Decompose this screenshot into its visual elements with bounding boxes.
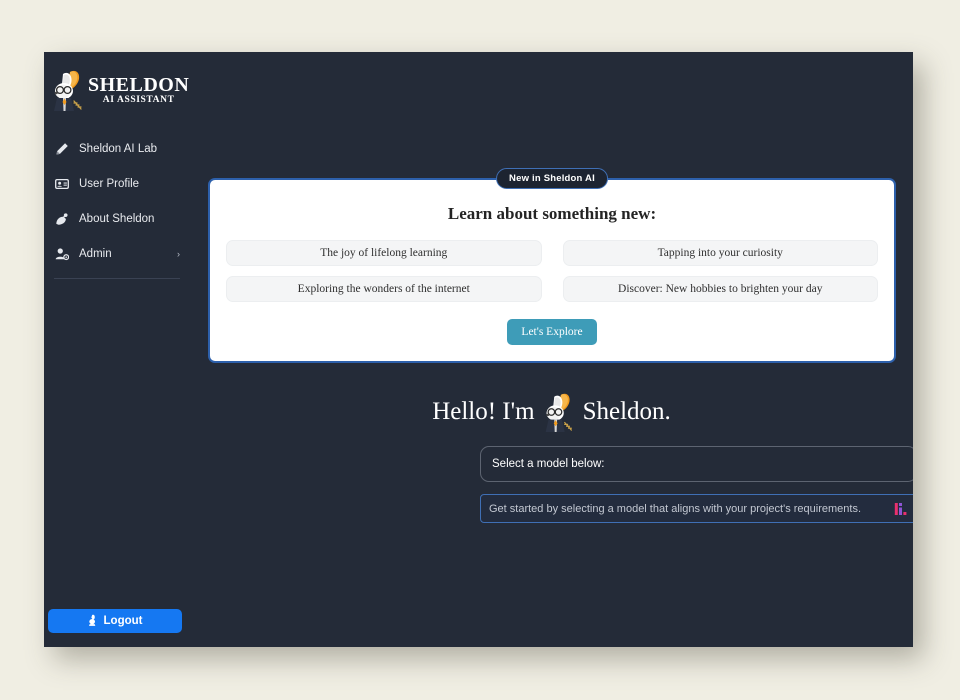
sidebar-item-user-profile[interactable]: User Profile: [44, 173, 190, 195]
greeting-prefix: Hello! I'm: [432, 398, 535, 425]
ai-logo-icon: [894, 501, 908, 517]
promo-title: Learn about something new:: [447, 204, 657, 223]
promo-badge: New in Sheldon AI: [496, 168, 608, 189]
logout-label: Logout: [103, 615, 143, 627]
sidebar-item-about-sheldon[interactable]: About Sheldon: [44, 208, 190, 230]
sidebar-item-sheldon-ai-lab[interactable]: Sheldon AI Lab: [44, 138, 190, 160]
suggestion-pill[interactable]: Discover: New hobbies to brighten your d…: [562, 276, 878, 302]
brand-logo[interactable]: SHELDON AI ASSISTANT: [44, 52, 190, 116]
logout-container: Logout: [48, 609, 182, 633]
greeting-heading: Hello! I'm Sheldon.: [190, 392, 913, 432]
sidebar-item-label: User Profile: [79, 178, 140, 190]
rabbit-mascot-icon: [50, 69, 86, 111]
pen-icon: [54, 141, 70, 157]
suggestion-pill[interactable]: Exploring the wonders of the internet: [226, 276, 542, 302]
lets-explore-button[interactable]: Let's Explore: [507, 319, 597, 345]
model-select-value: Select a model below:: [492, 458, 605, 470]
satellite-dish-icon: [54, 211, 70, 227]
sidebar-item-label: Sheldon AI Lab: [79, 143, 158, 155]
id-card-icon: [54, 176, 70, 192]
sidebar-item-label: About Sheldon: [79, 213, 155, 225]
suggestion-grid: The joy of lifelong learning Tapping int…: [226, 240, 878, 302]
brand-subtitle: AI ASSISTANT: [102, 94, 175, 105]
sidebar-divider: [54, 278, 180, 279]
promo-card: New in Sheldon AI Learn about something …: [208, 168, 896, 363]
sidebar-nav: Sheldon AI Lab User Profile About Sheldo…: [44, 138, 190, 279]
hint-bar[interactable]: Get started by selecting a model that al…: [480, 494, 913, 523]
rabbit-mascot-icon: [539, 392, 579, 432]
suggestion-pill[interactable]: Tapping into your curiosity: [562, 240, 878, 266]
greeting-suffix: Sheldon.: [582, 398, 671, 425]
brand-title: SHELDON: [88, 73, 190, 96]
sidebar-item-label: Admin: [79, 248, 112, 260]
explore-container: Let's Explore: [226, 319, 878, 345]
suggestion-pill[interactable]: The joy of lifelong learning: [226, 240, 542, 266]
main-content: New in Sheldon AI Learn about something …: [190, 52, 913, 647]
chevron-right-icon: ›: [177, 248, 180, 259]
app-window: SHELDON AI ASSISTANT Sheldon AI Lab User…: [44, 52, 913, 647]
logout-button[interactable]: Logout: [48, 609, 182, 633]
sidebar: SHELDON AI ASSISTANT Sheldon AI Lab User…: [44, 52, 190, 647]
logout-rabbit-icon: [88, 614, 98, 629]
hint-text: Get started by selecting a model that al…: [489, 502, 862, 515]
user-gear-icon: [54, 246, 70, 262]
model-select-field[interactable]: Select a model below:: [480, 446, 913, 482]
sidebar-item-admin[interactable]: Admin ›: [44, 243, 190, 265]
